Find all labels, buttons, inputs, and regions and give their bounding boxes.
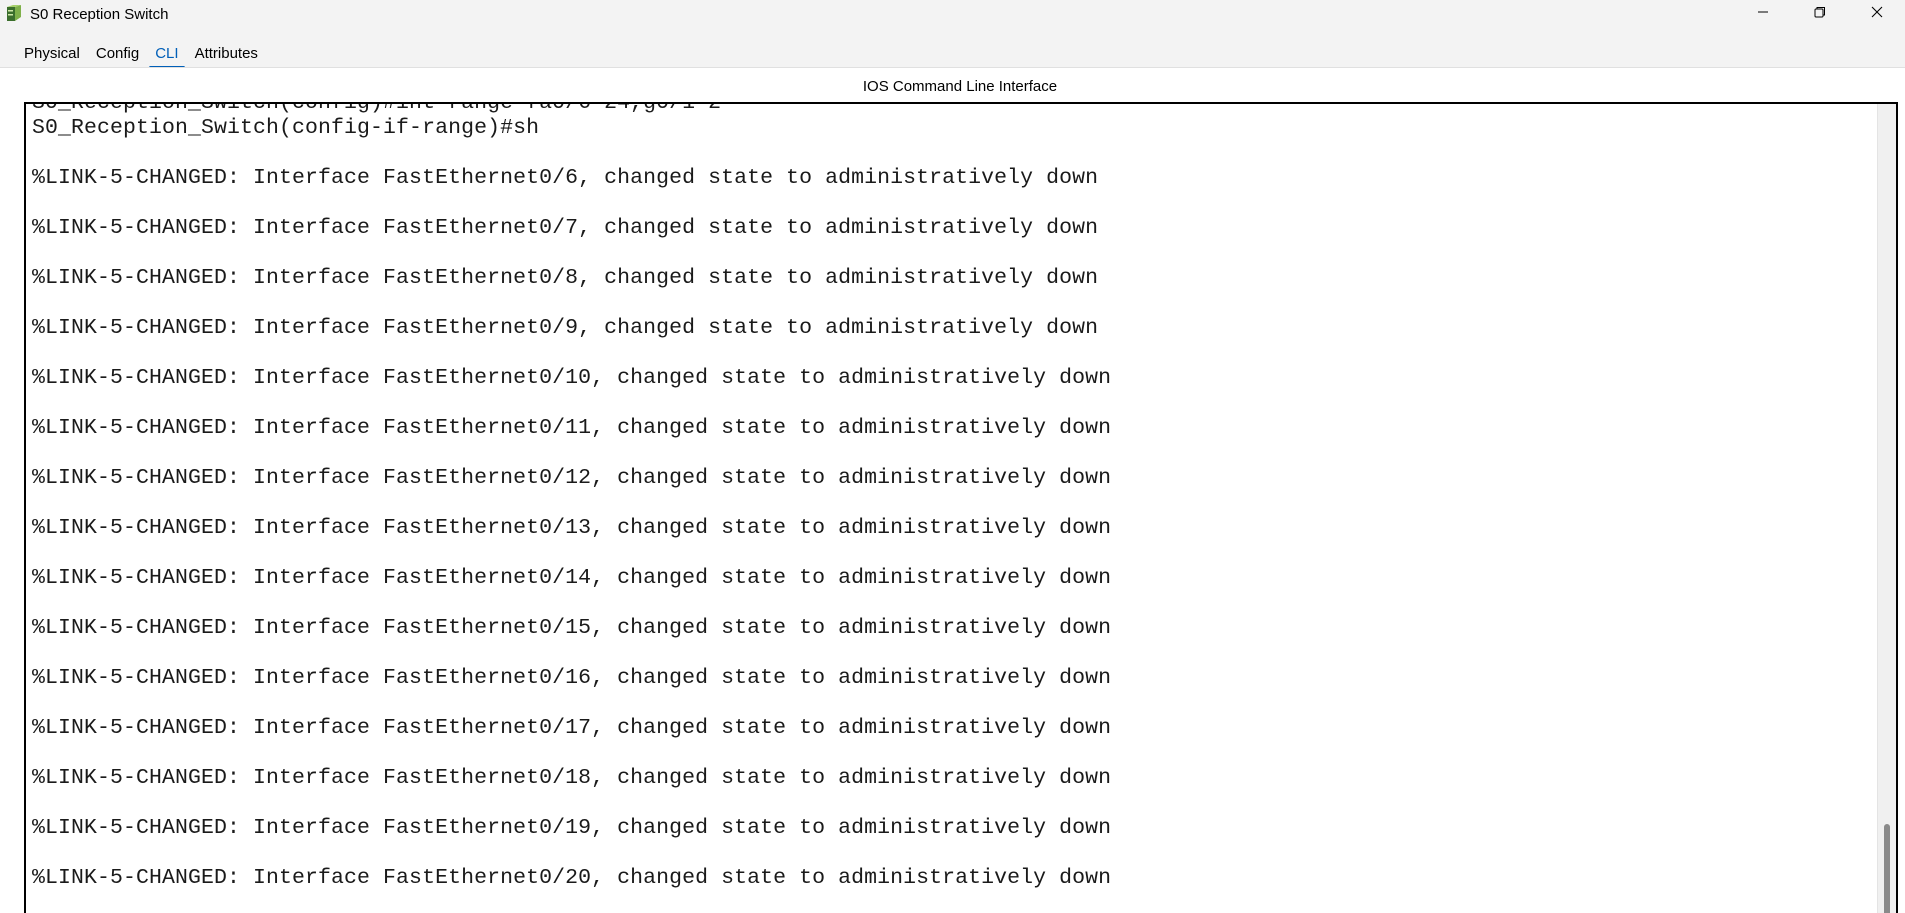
title-bar[interactable]: S0 Reception Switch <box>0 0 1905 28</box>
terminal-log-line: %LINK-5-CHANGED: Interface FastEthernet0… <box>32 316 1099 340</box>
terminal-log-line: %LINK-5-CHANGED: Interface FastEthernet0… <box>32 166 1099 190</box>
terminal-log-line: %LINK-5-CHANGED: Interface FastEthernet0… <box>32 866 1112 890</box>
restore-icon <box>1814 5 1826 23</box>
terminal-log-line: %LINK-5-CHANGED: Interface FastEthernet0… <box>32 766 1112 790</box>
window-controls <box>1734 0 1905 28</box>
cli-header: IOS Command Line Interface <box>862 78 1058 95</box>
tab-attributes[interactable]: Attributes <box>187 41 266 67</box>
terminal-log-line: %LINK-5-CHANGED: Interface FastEthernet0… <box>32 666 1112 690</box>
terminal-output: S0_Reception_Switch(config)#int range fa… <box>32 102 1872 891</box>
tab-config[interactable]: Config <box>88 41 147 67</box>
terminal-log-line: %LINK-5-CHANGED: Interface FastEthernet0… <box>32 216 1099 240</box>
scrollbar-thumb[interactable] <box>1884 824 1890 913</box>
terminal-log-line: %LINK-5-CHANGED: Interface FastEthernet0… <box>32 416 1112 440</box>
terminal-log-line: %LINK-5-CHANGED: Interface FastEthernet0… <box>32 466 1112 490</box>
cli-terminal[interactable]: S0_Reception_Switch(config)#int range fa… <box>24 102 1898 913</box>
terminal-line-partial: S0_Reception_Switch(config)#int range fa… <box>32 102 722 115</box>
terminal-log-line: %LINK-5-CHANGED: Interface FastEthernet0… <box>32 516 1112 540</box>
window-title: S0 Reception Switch <box>30 5 169 23</box>
terminal-log-line: %LINK-5-CHANGED: Interface FastEthernet0… <box>32 266 1099 290</box>
terminal-prompt-line: S0_Reception_Switch(config-if-range)#sh <box>32 116 540 140</box>
minimize-icon <box>1757 5 1769 23</box>
close-icon <box>1871 5 1883 23</box>
app-window: S0 Reception Switch Physical Config CLI … <box>0 0 1905 913</box>
restore-button[interactable] <box>1791 0 1848 28</box>
cli-panel: IOS Command Line Interface S0_Reception_… <box>0 68 1905 913</box>
terminal-log-line: %LINK-5-CHANGED: Interface FastEthernet0… <box>32 616 1112 640</box>
terminal-log-line: %LINK-5-CHANGED: Interface FastEthernet0… <box>32 816 1112 840</box>
tab-cli[interactable]: CLI <box>147 41 186 69</box>
switch-app-icon <box>4 4 24 24</box>
minimize-button[interactable] <box>1734 0 1791 28</box>
close-button[interactable] <box>1848 0 1905 28</box>
terminal-log-line: %LINK-5-CHANGED: Interface FastEthernet0… <box>32 366 1112 390</box>
terminal-log-line: %LINK-5-CHANGED: Interface FastEthernet0… <box>32 716 1112 740</box>
terminal-log-line: %LINK-5-CHANGED: Interface FastEthernet0… <box>32 566 1112 590</box>
terminal-scrollbar[interactable] <box>1877 104 1896 913</box>
tab-physical[interactable]: Physical <box>16 41 88 67</box>
tab-bar: Physical Config CLI Attributes <box>16 41 266 69</box>
